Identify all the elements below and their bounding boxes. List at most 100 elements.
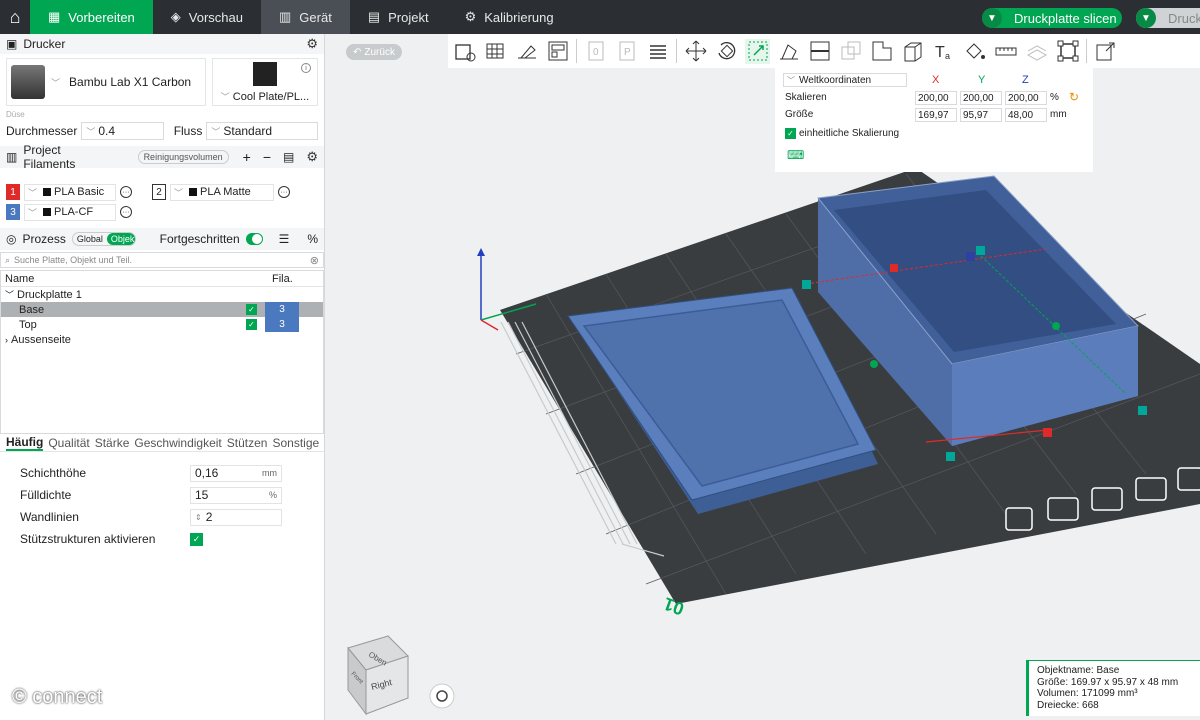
tree-item-top[interactable]: Top ✓ 3 [1, 317, 323, 332]
support-checkbox[interactable]: ✓ [190, 532, 203, 546]
layers-icon[interactable] [645, 39, 670, 64]
lay-on-face-icon[interactable] [776, 39, 801, 64]
size-x-input[interactable]: 169,97 [915, 108, 957, 122]
purge-volume-button[interactable]: Reinigungsvolumen [137, 150, 229, 164]
filament-select[interactable]: ﹀ PLA Basic [24, 183, 116, 201]
y-handle[interactable] [1052, 322, 1060, 330]
x-handle[interactable] [890, 264, 898, 272]
clear-icon[interactable]: ⊗ [310, 254, 319, 267]
more-icon[interactable]: ··· [120, 206, 132, 218]
more-icon[interactable]: ··· [120, 186, 132, 198]
y-handle[interactable] [870, 360, 878, 368]
back-button[interactable]: ↶ Zurück [346, 44, 402, 60]
scale-y-input[interactable]: 200,00 [960, 91, 1002, 105]
walls-stepper[interactable]: ⇕ 2 [190, 508, 282, 526]
plate-orient-icon[interactable] [1135, 477, 1167, 501]
tab-device[interactable]: ▥ Gerät [261, 0, 350, 34]
tab-calibration[interactable]: ⚙ Kalibrierung [447, 0, 572, 34]
size-z-input[interactable]: 48,00 [1005, 108, 1047, 122]
measure-icon[interactable] [993, 39, 1018, 64]
bounding-box-icon[interactable] [1055, 39, 1080, 64]
filament-select[interactable]: ﹀ PLA-CF [24, 203, 116, 221]
gear-icon[interactable]: ⚙ [306, 36, 318, 52]
plate-settings-icon[interactable] [1005, 507, 1033, 531]
rotate-icon[interactable] [714, 39, 739, 64]
filament-cell[interactable]: 3 [265, 302, 299, 317]
search-input[interactable]: ⌕ Suche Platte, Objekt und Teil. ⊗ [0, 252, 324, 268]
plate-lock-icon[interactable] [1047, 497, 1079, 521]
stepper-icon[interactable]: ⇕ [195, 513, 202, 522]
slice-plate-button[interactable]: ▼ Druckplatte slicen [982, 8, 1122, 28]
layer-height-input[interactable]: 0,16 mm [190, 464, 282, 482]
support-paint-icon[interactable] [869, 39, 894, 64]
3d-viewport[interactable]: 01 Oben Front Right ↶ Zurück 0 P T a ﹀ W… [326, 34, 1200, 720]
scale-handle[interactable] [1138, 406, 1147, 415]
view-cube[interactable]: Oben Front Right [347, 635, 409, 716]
visible-checkbox[interactable]: ✓ [246, 319, 257, 330]
infill-input[interactable]: 15% [190, 486, 282, 504]
text-icon[interactable]: Ta [931, 39, 956, 64]
cut-icon[interactable] [807, 39, 832, 64]
tab-strength[interactable]: Stärke [95, 436, 130, 450]
x-handle[interactable] [1043, 428, 1052, 437]
seam-paint-icon[interactable] [900, 39, 925, 64]
size-y-input[interactable]: 95,97 [960, 108, 1002, 122]
uniform-scale-checkbox[interactable]: ✓ [785, 128, 796, 139]
tree-item-base[interactable]: Base ✓ 3 [1, 302, 323, 317]
assembly-icon[interactable] [1024, 39, 1049, 64]
move-icon[interactable] [683, 39, 708, 64]
add-icon[interactable]: + [243, 149, 251, 165]
process-mode-toggle[interactable]: Global Objekte [71, 232, 136, 246]
chevron-down-icon[interactable]: ▼ [982, 8, 1002, 28]
printer-select[interactable]: ﹀ Bambu Lab X1 Carbon [6, 58, 206, 106]
tab-speed[interactable]: Geschwindigkeit [134, 436, 221, 450]
percent-icon[interactable]: % [307, 232, 318, 246]
mode-global[interactable]: Global [73, 233, 107, 245]
scale-icon[interactable] [745, 38, 770, 64]
tab-quality[interactable]: Qualität [48, 436, 89, 450]
plate-arrange-icon[interactable] [1091, 487, 1123, 511]
plate-p-icon[interactable]: P [614, 39, 639, 64]
boolean-icon[interactable] [838, 39, 863, 64]
scale-handle[interactable] [976, 246, 985, 255]
tab-prepare[interactable]: ▦ Vorbereiten [30, 0, 153, 34]
info-icon[interactable]: i [301, 63, 311, 73]
scale-handle[interactable] [802, 280, 811, 289]
sync-icon[interactable]: ▤ [283, 150, 294, 164]
chevron-right-icon[interactable]: › [5, 335, 8, 345]
zoom-fit-icon[interactable] [429, 683, 455, 709]
gear-icon[interactable]: ⚙ [306, 149, 318, 165]
diameter-select[interactable]: ﹀ 0.4 [81, 122, 164, 140]
add-plate-icon[interactable] [483, 39, 508, 64]
tree-item-outside[interactable]: › Aussenseite [1, 332, 323, 347]
z-handle[interactable] [966, 252, 975, 261]
filament-cell[interactable]: 3 [265, 317, 299, 332]
scale-z-input[interactable]: 200,00 [1005, 91, 1047, 105]
tree-item-plate[interactable]: ﹀ Druckplatte 1 [1, 287, 323, 302]
filament-select[interactable]: ﹀ PLA Matte [170, 183, 274, 201]
mode-objects[interactable]: Objekte [106, 233, 135, 245]
export-icon[interactable] [1093, 39, 1118, 64]
chevron-down-icon[interactable]: ▼ [1136, 8, 1156, 28]
home-icon[interactable]: ⌂ [0, 0, 30, 34]
tab-support[interactable]: Stützen [227, 436, 268, 450]
visible-checkbox[interactable]: ✓ [246, 304, 257, 315]
advanced-switch[interactable] [245, 233, 263, 245]
tab-other[interactable]: Sonstige [272, 436, 319, 450]
coordinate-mode-select[interactable]: ﹀ Weltkoordinaten [783, 73, 907, 87]
tab-project[interactable]: ▤ Projekt [350, 0, 447, 34]
auto-orient-icon[interactable] [514, 39, 539, 64]
add-object-icon[interactable] [452, 39, 477, 64]
arrange-icon[interactable] [545, 39, 570, 64]
scale-x-input[interactable]: 200,00 [915, 91, 957, 105]
keyboard-icon[interactable]: ⌨ [787, 148, 804, 162]
plate-o-icon[interactable]: 0 [583, 39, 608, 64]
reset-icon[interactable]: ↻ [1069, 90, 1079, 104]
remove-icon[interactable]: − [263, 149, 271, 165]
plate-select[interactable]: i ﹀ Cool Plate/PL... [212, 58, 318, 106]
color-paint-icon[interactable] [962, 39, 987, 64]
list-icon[interactable]: ☰ [279, 232, 290, 246]
tab-preview[interactable]: ◈ Vorschau [153, 0, 261, 34]
tab-common[interactable]: Häufig [6, 435, 44, 451]
chevron-down-icon[interactable]: ﹀ [5, 288, 14, 301]
